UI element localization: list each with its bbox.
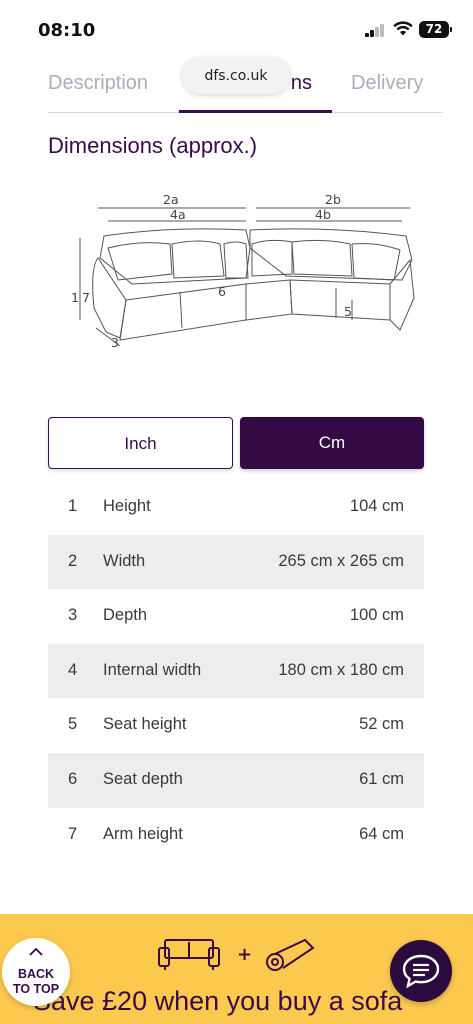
table-row: 6 Seat depth 61 cm	[48, 752, 424, 808]
status-time: 08:10	[38, 20, 96, 41]
row-label: Depth	[103, 606, 148, 625]
table-row: 5 Seat height 52 cm	[48, 698, 424, 753]
row-number: 6	[68, 769, 78, 788]
table-row: 1 Height 104 cm	[48, 480, 424, 535]
tab-dimensions-label: ns	[290, 72, 312, 94]
tab-description[interactable]: Description	[48, 72, 148, 95]
table-row: 7 Arm height 64 cm	[48, 808, 424, 863]
back-to-top-button[interactable]: BACK TO TOP	[2, 938, 70, 1006]
diagram-label-5: 5	[344, 304, 352, 319]
diagram-label-1: 1	[71, 290, 79, 305]
status-bar: 08:10 72	[0, 0, 473, 58]
battery-indicator: 72	[419, 21, 452, 38]
row-number: 2	[68, 551, 78, 570]
row-number: 5	[68, 715, 78, 734]
wifi-icon	[393, 21, 413, 36]
row-label: Seat depth	[103, 769, 183, 788]
tab-delivery[interactable]: Delivery	[351, 72, 423, 95]
row-value: 100 cm	[349, 606, 404, 625]
diagram-label-4b: 4b	[315, 207, 331, 222]
promo-icons: +	[158, 938, 315, 971]
diagram-label-2a: 2a	[163, 192, 179, 207]
unit-inch-button[interactable]: Inch	[48, 417, 233, 469]
sofa-dimension-diagram: 2a 2b 4a 4b 1 7 3 6 5	[71, 192, 415, 350]
rug-icon	[266, 938, 315, 971]
row-label: Arm height	[103, 824, 183, 843]
promo-plus: +	[237, 944, 252, 965]
sofa-icon	[158, 939, 220, 970]
section-title: Dimensions (approx.)	[48, 133, 258, 158]
url-pill[interactable]: dfs.co.uk	[182, 58, 290, 94]
row-number: 4	[68, 660, 78, 679]
chat-button[interactable]	[390, 940, 452, 1002]
diagram-label-4a: 4a	[170, 207, 186, 222]
row-value: 265 cm x 265 cm	[278, 551, 404, 570]
chat-icon	[402, 954, 440, 989]
diagram-label-3: 3	[111, 335, 119, 350]
diagram-label-2b: 2b	[325, 192, 341, 207]
unit-cm-button[interactable]: Cm	[240, 417, 424, 469]
row-number: 3	[68, 606, 78, 625]
row-value: 52 cm	[359, 715, 404, 734]
signal-icon	[365, 23, 385, 37]
chevron-up-icon	[29, 948, 43, 956]
row-number: 1	[68, 497, 78, 515]
row-label: Internal width	[103, 660, 202, 679]
row-value: 64 cm	[359, 824, 404, 843]
row-value: 180 cm x 180 cm	[278, 660, 404, 679]
diagram-label-7: 7	[82, 290, 90, 305]
table-row: 2 Width 265 cm x 265 cm	[48, 534, 424, 590]
row-number: 7	[68, 824, 78, 843]
row-value: 104 cm	[349, 497, 404, 515]
table-row: 4 Internal width 180 cm x 180 cm	[48, 643, 424, 699]
row-label: Width	[103, 551, 146, 570]
dimensions-table: 1 Height 104 cm 2 Width 265 cm x 265 cm …	[48, 480, 424, 862]
row-label: Seat height	[103, 715, 187, 734]
row-label: Height	[103, 497, 151, 515]
table-row: 3 Depth 100 cm	[48, 589, 424, 644]
back-to-top-label: BACK TO TOP	[12, 967, 60, 996]
diagram-label-6: 6	[218, 284, 226, 299]
promo-text: Save £20 when you buy a sofa	[33, 986, 403, 1016]
row-value: 61 cm	[359, 769, 404, 788]
